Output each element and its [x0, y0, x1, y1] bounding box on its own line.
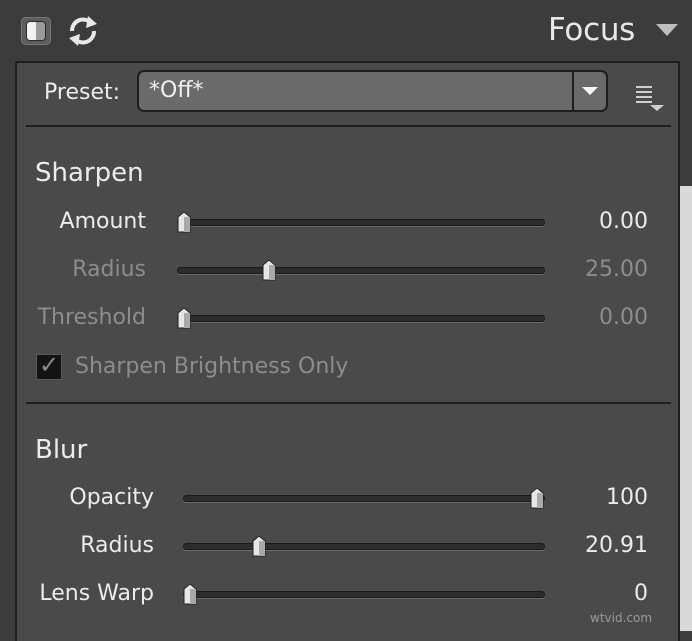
reset-icon[interactable] [64, 12, 102, 50]
panel-collapse-icon[interactable] [656, 24, 678, 36]
blur-lens-warp-slider[interactable] [183, 591, 545, 598]
preset-dropdown[interactable]: *Off* [137, 70, 608, 112]
slider-thumb[interactable] [176, 211, 192, 233]
preset-label: Preset: [44, 80, 121, 105]
blur-opacity-slider[interactable] [183, 495, 545, 502]
blur-lens-warp-label: Lens Warp [39, 581, 154, 606]
slider-thumb[interactable] [261, 259, 277, 281]
sharpen-threshold-slider[interactable] [177, 315, 545, 322]
panel-header: Focus [0, 0, 692, 62]
blur-lens-warp-value[interactable]: 0 [560, 581, 648, 606]
preset-value: *Off* [149, 78, 204, 103]
sharpen-threshold-label: Threshold [37, 305, 146, 330]
sharpen-amount-slider[interactable] [177, 219, 545, 226]
section-divider [26, 125, 671, 127]
dropdown-arrow-icon[interactable] [572, 72, 606, 110]
blur-radius-label: Radius [80, 533, 154, 558]
slider-thumb[interactable] [182, 583, 198, 605]
scrollbar[interactable] [680, 186, 692, 631]
sharpen-radius-label: Radius [72, 257, 146, 282]
blur-opacity-label: Opacity [69, 485, 154, 510]
checkmark-icon: ✓ [39, 351, 60, 379]
sharpen-amount-value[interactable]: 0.00 [560, 209, 648, 234]
blur-section-title: Blur [35, 435, 88, 465]
preset-menu-icon[interactable] [633, 84, 667, 112]
watermark: wtvid.com [590, 611, 653, 625]
sharpen-radius-slider[interactable] [177, 267, 545, 274]
sharpen-brightness-only-label: Sharpen Brightness Only [75, 354, 349, 379]
sharpen-section-title: Sharpen [35, 158, 144, 188]
sharpen-radius-value[interactable]: 25.00 [560, 257, 648, 282]
section-divider [26, 402, 671, 404]
slider-thumb[interactable] [176, 307, 192, 329]
slider-thumb[interactable] [251, 535, 267, 557]
sharpen-threshold-value[interactable]: 0.00 [560, 305, 648, 330]
slider-thumb[interactable] [529, 487, 545, 509]
blur-radius-slider[interactable] [183, 543, 545, 550]
sharpen-brightness-only-checkbox[interactable]: ✓ [36, 351, 62, 380]
sharpen-amount-label: Amount [59, 209, 146, 234]
compare-toggle-icon[interactable] [21, 17, 51, 45]
panel-title: Focus [548, 12, 636, 48]
blur-opacity-value[interactable]: 100 [560, 485, 648, 510]
blur-radius-value[interactable]: 20.91 [560, 533, 648, 558]
